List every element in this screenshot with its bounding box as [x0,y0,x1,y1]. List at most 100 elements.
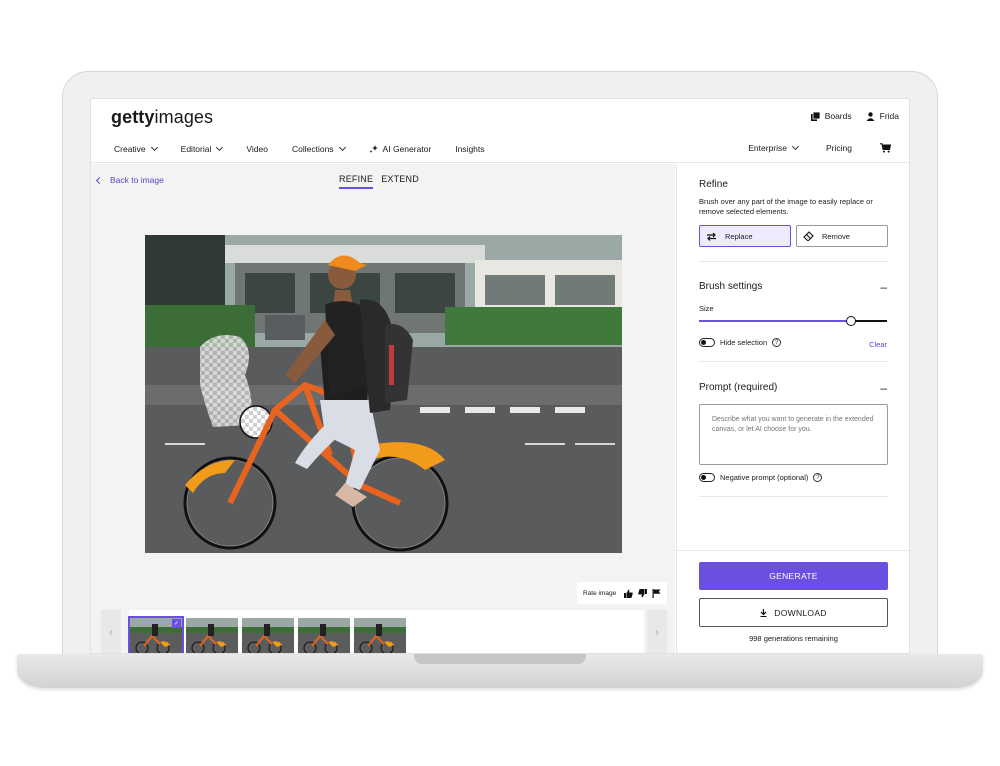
boards-icon [810,111,820,121]
thumbnail-image [354,618,406,653]
nav-ai-generator[interactable]: AI Generator [369,144,432,154]
chevron-down-icon [791,142,800,151]
boards-link[interactable]: Boards [810,111,852,121]
back-label: Back to image [110,175,164,185]
remove-button[interactable]: Remove [796,225,888,247]
thumbnail-5[interactable] [354,618,406,653]
nav-enterprise[interactable]: Enterprise [748,142,800,153]
thumbnail-strip: ‹ ✓ › [101,610,667,653]
work-area: Back to image REFINE EXTEND Rate image ‹… [91,164,675,653]
nav-video[interactable]: Video [246,144,268,154]
getty-logo[interactable]: gettyimages [111,107,213,128]
nav-collections[interactable]: Collections [291,143,346,154]
divider [699,361,888,362]
download-icon [760,608,767,617]
chevron-right-icon: › [655,627,659,638]
thumbnail-3[interactable] [242,618,294,653]
nav-label: Video [246,144,268,154]
remove-label: Remove [822,231,850,241]
chevron-down-icon [150,143,158,152]
slider-handle[interactable] [846,316,857,326]
help-icon[interactable]: ? [772,338,782,347]
nav-label: AI Generator [382,144,432,154]
hide-selection-label: Hide selection [720,338,768,347]
slider-fill [699,320,852,322]
size-slider[interactable] [699,316,887,326]
account-links: Boards Frida [810,111,899,121]
photo-illustration [145,235,622,553]
rate-image-box: Rate image [577,582,667,604]
nav-label: Insights [455,144,485,154]
generations-remaining: 998 generations remaining [749,634,838,643]
strip-prev-button[interactable]: ‹ [101,610,121,653]
main-nav: Creative Editorial Video Collections AI … [114,143,509,154]
hide-selection-row: Hide selection ? [699,338,782,347]
negative-prompt-label: Negative prompt (optional) [720,473,809,482]
prompt-title: Prompt (required) [699,382,778,393]
enterprise-label: Enterprise [748,143,788,153]
thumbnail-image [186,618,238,653]
logo-bold: getty [111,107,155,127]
logo-light: images [154,107,214,127]
refine-description: Brush over any part of the image to easi… [699,197,873,216]
laptop-notch [414,654,586,664]
divider [699,261,888,262]
boards-label: Boards [824,111,852,121]
tab-extend[interactable]: EXTEND [381,174,419,189]
thumbnail-2[interactable] [186,618,238,653]
thumbnail-4[interactable] [298,618,350,653]
nav-editorial[interactable]: Editorial [180,143,224,154]
negative-prompt-toggle[interactable] [699,473,715,482]
strip-next-button[interactable]: › [647,610,667,653]
pricing-label: Pricing [826,143,852,153]
replace-label: Replace [725,231,753,241]
thumbs-up-icon[interactable] [624,589,633,598]
rate-icons [624,588,661,598]
nav-creative[interactable]: Creative [114,143,158,154]
nav-insights[interactable]: Insights [455,144,484,154]
generate-button[interactable]: GENERATE [699,562,888,590]
replace-button[interactable]: Replace [699,225,791,247]
divider [699,496,888,497]
download-button[interactable]: DOWNLOAD [699,598,888,627]
selected-check-icon: ✓ [172,619,181,628]
thumbnail-1[interactable]: ✓ [128,616,184,653]
nav-label: Editorial [180,144,212,154]
sparkle-icon [369,145,378,153]
header: gettyimages Boards Frida Creative Editor… [91,99,909,163]
negative-prompt-row: Negative prompt (optional) ? [699,473,823,482]
nav-right: Enterprise Pricing [720,142,891,153]
nav-label: Collections [291,144,334,154]
user-menu[interactable]: Frida [866,111,899,121]
size-label: Size [699,304,714,313]
user-label: Frida [879,111,899,121]
chevron-left-icon [95,176,104,184]
thumbs-down-icon[interactable] [638,588,647,598]
tab-refine[interactable]: REFINE [339,174,374,189]
nav-label: Creative [114,144,146,154]
app-screen: gettyimages Boards Frida Creative Editor… [90,98,910,654]
flag-icon[interactable] [652,588,661,598]
user-icon [866,111,875,121]
help-icon[interactable]: ? [813,473,823,482]
rate-label: Rate image [583,589,617,597]
collapse-prompt-button[interactable]: – [880,382,887,394]
thumbnail-image [298,618,350,653]
clear-link[interactable]: Clear [869,340,887,349]
refine-panel: Refine Brush over any part of the image … [676,164,909,653]
brush-settings-title: Brush settings [699,281,763,292]
back-to-image-link[interactable]: Back to image [95,175,164,185]
edit-image[interactable] [145,235,622,553]
collapse-brush-button[interactable]: – [880,281,887,293]
cart-button[interactable] [880,143,891,153]
refine-title: Refine [699,179,728,190]
chevron-left-icon: ‹ [109,627,113,638]
prompt-input[interactable] [699,404,888,465]
eraser-icon [803,231,814,241]
nav-pricing[interactable]: Pricing [826,143,852,153]
mode-tabs: REFINE EXTEND [339,174,419,189]
hide-selection-toggle[interactable] [699,338,715,347]
swap-arrows-icon [707,232,716,241]
cart-icon [880,143,891,153]
thumbnail-image [242,618,294,653]
